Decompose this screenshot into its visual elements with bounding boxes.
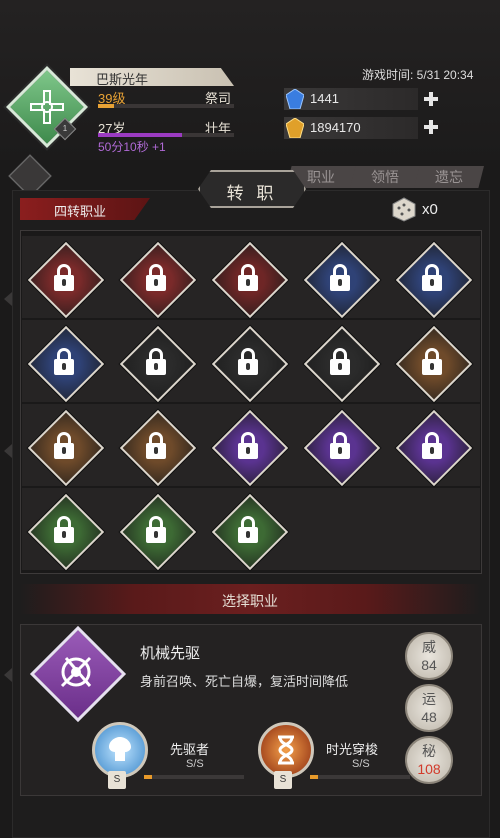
job-tile-locked[interactable]: [27, 241, 105, 319]
stat-luck: 运 48: [405, 684, 453, 732]
hourglass-icon: [278, 735, 294, 765]
gold-count: 1894170: [310, 120, 361, 135]
selected-job-name: 机械先驱: [140, 645, 201, 662]
lock-icon: [422, 348, 442, 376]
lock-icon: [238, 432, 258, 460]
job-tile-locked[interactable]: [27, 493, 105, 571]
skill-pioneer-progress: [144, 775, 244, 779]
skill-time-travel-progress: [310, 775, 410, 779]
lock-icon: [54, 432, 74, 460]
side-arrow-icon: [4, 444, 12, 458]
job-tile-locked[interactable]: [395, 325, 473, 403]
blue-gem-icon: [286, 89, 304, 109]
gem-counter: 1441: [284, 88, 418, 110]
dice-count: x0: [422, 201, 438, 218]
job-tile-locked[interactable]: [395, 409, 473, 487]
stat-mystic: 秘 108: [405, 736, 453, 784]
tier-ribbon: 四转职业: [20, 198, 150, 220]
lock-icon: [238, 348, 258, 376]
lock-icon: [422, 264, 442, 292]
skill-time-travel-grade-tag: S: [274, 771, 292, 789]
job-tile-locked[interactable]: [119, 241, 197, 319]
lock-icon: [54, 264, 74, 292]
select-job-header: 选择职业: [20, 584, 480, 614]
job-tile-locked[interactable]: [211, 409, 289, 487]
job-tile-locked[interactable]: [27, 325, 105, 403]
lock-icon: [146, 516, 166, 544]
job-tile-locked[interactable]: [119, 409, 197, 487]
add-gems-button[interactable]: [424, 92, 438, 106]
skill-time-travel-icon[interactable]: [258, 722, 314, 778]
stat-power: 威 84: [405, 632, 453, 680]
skill-time-travel-grade: S/S: [352, 758, 370, 770]
player-name: 巴斯光年: [96, 72, 149, 87]
tab-insight[interactable]: 领悟: [350, 166, 420, 188]
age-progress-bar: [98, 133, 234, 137]
timer-text: 50分10秒 +1: [98, 140, 166, 154]
lock-icon: [330, 348, 350, 376]
lock-icon: [146, 264, 166, 292]
lock-icon: [238, 264, 258, 292]
skill-pioneer-grade-tag: S: [108, 771, 126, 789]
job-tile-locked[interactable]: [303, 241, 381, 319]
job-tile-locked[interactable]: [395, 241, 473, 319]
gold-counter: 1894170: [284, 117, 418, 139]
lock-icon: [330, 432, 350, 460]
job-tile-locked[interactable]: [211, 241, 289, 319]
gem-count: 1441: [310, 91, 339, 106]
lock-icon: [54, 516, 74, 544]
side-arrow-icon: [4, 292, 12, 306]
skill-time-travel-name: 时光穿梭: [326, 742, 379, 757]
lock-icon: [146, 348, 166, 376]
add-gold-button[interactable]: [424, 120, 438, 134]
side-arrow-icon: [4, 668, 12, 682]
job-grid: [20, 230, 482, 574]
player-name-plate: 巴斯光年: [70, 68, 234, 86]
gold-gem-icon: [286, 118, 304, 138]
job-tile-locked[interactable]: [211, 325, 289, 403]
skill-pioneer-grade: S/S: [186, 758, 204, 770]
job-tile-locked[interactable]: [119, 325, 197, 403]
tab-forget[interactable]: 遗忘: [414, 166, 484, 188]
job-tile-locked[interactable]: [211, 493, 289, 571]
selected-job-desc: 身前召唤、死亡自爆，复活时间降低: [140, 674, 349, 689]
lock-icon: [330, 264, 350, 292]
gear-wrench-icon: [60, 656, 92, 688]
skill-pioneer-icon[interactable]: [92, 722, 148, 778]
lock-icon: [146, 432, 166, 460]
dice-icon: [392, 197, 416, 222]
lock-icon: [238, 516, 258, 544]
skill-pioneer-name: 先驱者: [170, 742, 210, 757]
lock-icon: [422, 432, 442, 460]
job-tile-locked[interactable]: [119, 493, 197, 571]
job-tile-locked[interactable]: [27, 409, 105, 487]
game-time: 游戏时间: 5/31 20:34: [362, 68, 474, 82]
job-tile-locked[interactable]: [303, 409, 381, 487]
lock-icon: [54, 348, 74, 376]
panel-title: 转 职: [198, 170, 306, 208]
level-progress-bar: [98, 104, 234, 108]
job-tile-locked[interactable]: [303, 325, 381, 403]
mushroom-cloud-icon: [109, 737, 131, 761]
